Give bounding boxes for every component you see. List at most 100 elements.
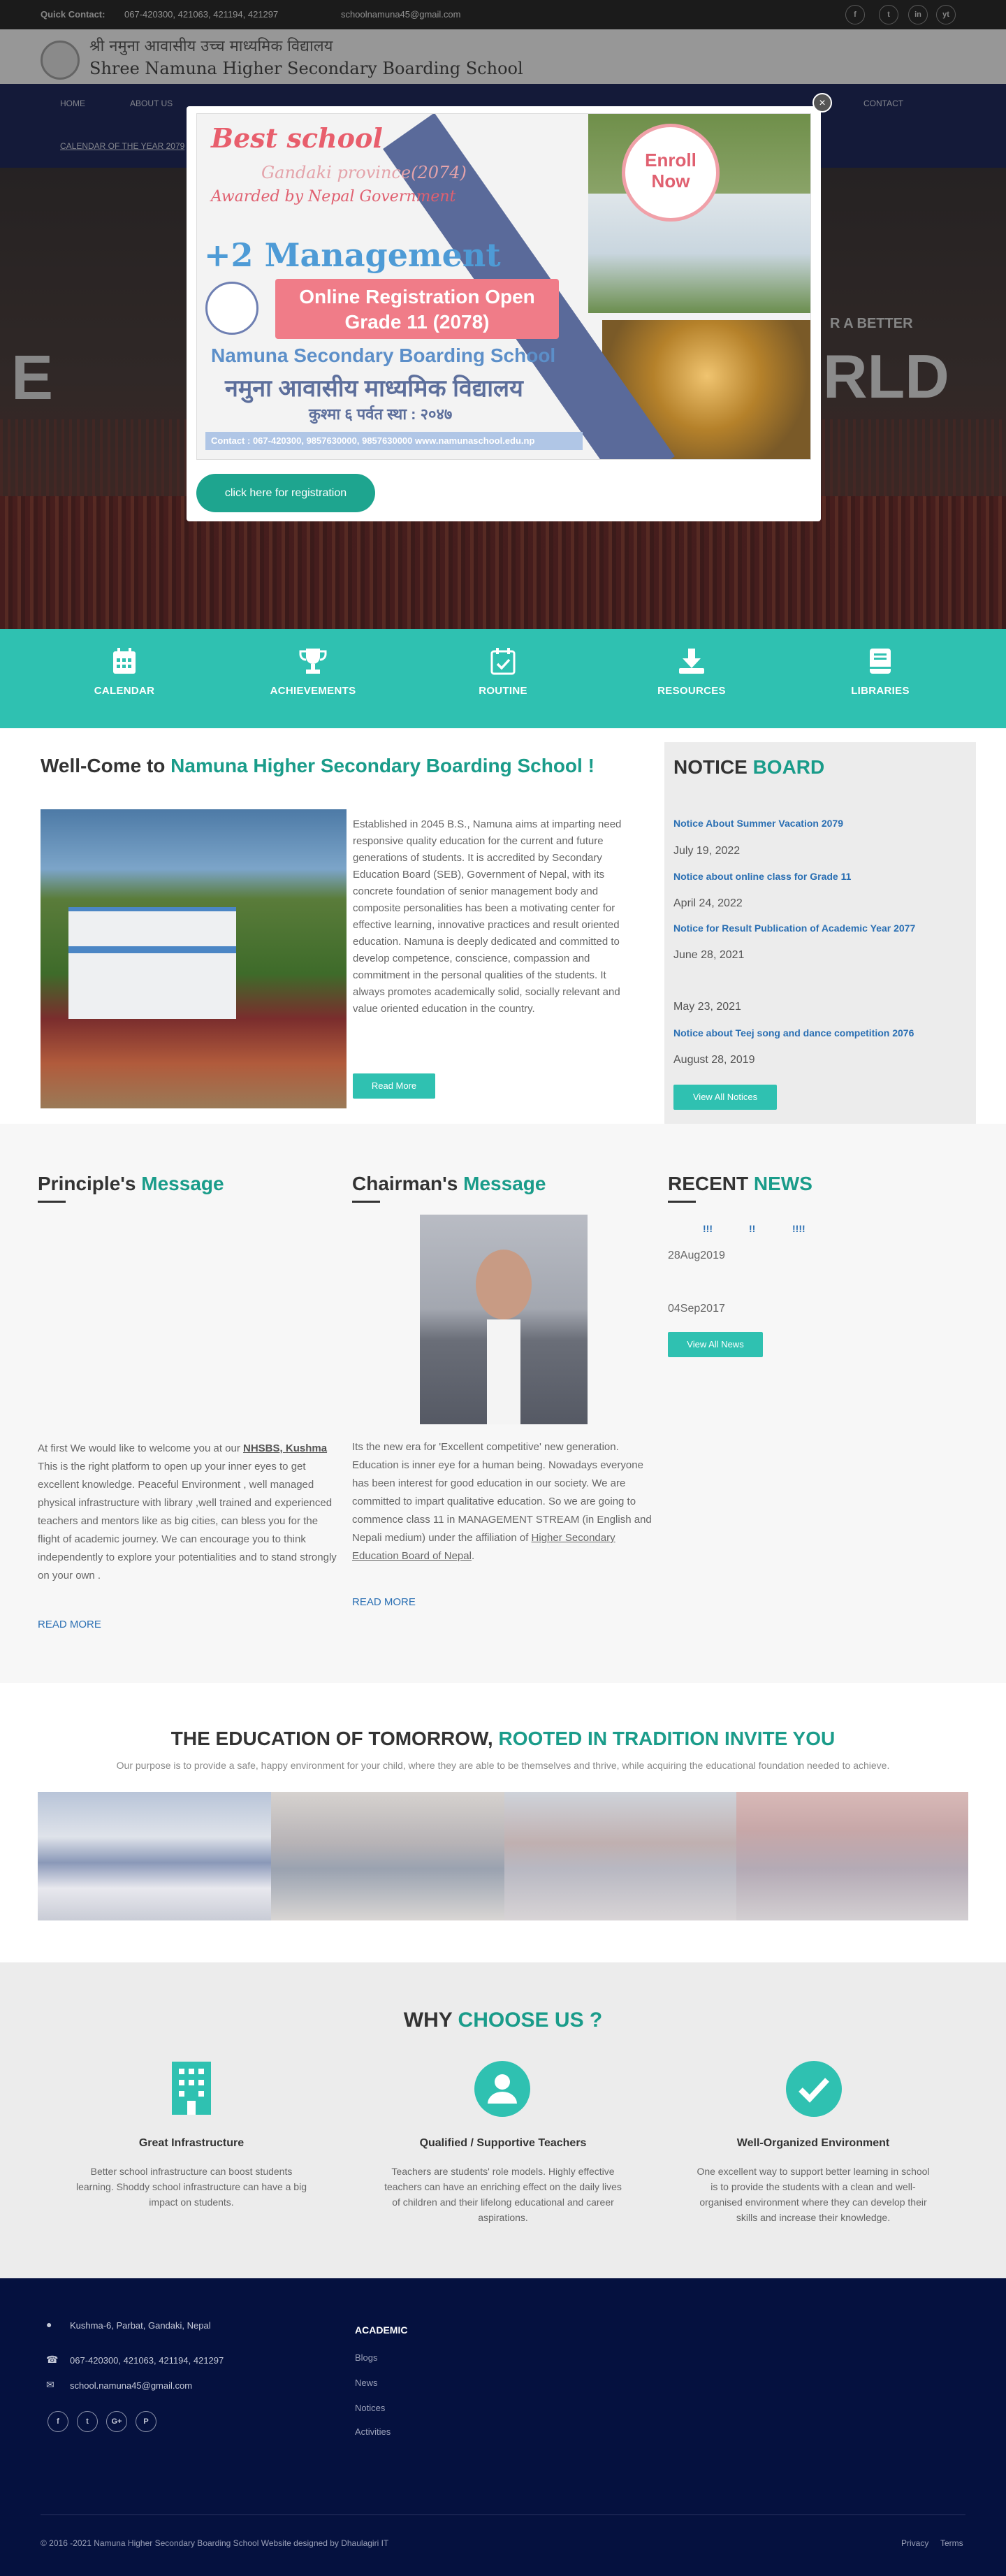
footer-privacy-link[interactable]: Privacy [901, 2538, 928, 2548]
gallery-photo[interactable] [504, 1792, 738, 1920]
notice-date: April 24, 2022 [673, 897, 743, 909]
principal-message: At first We would like to welcome you at… [38, 1440, 338, 1585]
phone-icon: ☎ [46, 2354, 59, 2365]
footer-link-blogs[interactable]: Blogs [355, 2352, 378, 2363]
principal-school-link[interactable]: NHSBS, Kushma [243, 1442, 327, 1454]
ad-school-name-nepali: नमुना आवासीय माध्यमिक विद्यालय [225, 375, 523, 402]
education-title: THE EDUCATION OF TOMORROW, ROOTED IN TRA… [0, 1728, 1006, 1750]
chairman-shirt [487, 1319, 520, 1424]
ad-management: +2 Management [204, 236, 501, 274]
chairman-title: Chairman's Message [352, 1173, 546, 1195]
check-circle-icon [786, 2061, 842, 2117]
why-title-a: WHY [403, 2009, 458, 2032]
pinterest-icon[interactable]: P [136, 2411, 156, 2432]
notice-link[interactable]: Notice for Result Publication of Academi… [673, 922, 915, 934]
why-item-title: Great Infrastructure [138, 2137, 245, 2149]
why-title: WHY CHOOSE US ? [0, 2009, 1006, 2032]
ad-enroll-badge: Enroll Now [622, 124, 720, 222]
title-underline [38, 1201, 66, 1203]
tile-achievements[interactable]: ACHIEVEMENTS [243, 647, 383, 697]
gallery-photo[interactable] [736, 1792, 968, 1920]
mail-icon: ✉ [46, 2379, 54, 2390]
welcome-read-more-button[interactable]: Read More [353, 1073, 435, 1099]
notice-date: May 23, 2021 [673, 1001, 741, 1013]
news-link[interactable]: !!!! [792, 1223, 805, 1234]
ad-contact: Contact : 067-420300, 9857630000, 985763… [205, 432, 583, 450]
why-title-b: CHOOSE US ? [458, 2009, 603, 2032]
notice-date: July 19, 2022 [673, 845, 741, 857]
twitter-icon[interactable]: t [77, 2411, 98, 2432]
why-item-text: Teachers are students' role models. High… [384, 2166, 622, 2223]
tile-libraries[interactable]: LIBRARIES [810, 647, 950, 697]
news-title: RECENT NEWS [668, 1173, 812, 1195]
news-link[interactable]: !! [749, 1223, 755, 1234]
tile-routine[interactable]: ROUTINE [433, 647, 573, 697]
trophy-icon [299, 649, 327, 674]
google-plus-icon[interactable]: G+ [106, 2411, 127, 2432]
education-title-b: ROOTED IN TRADITION INVITE YOU [498, 1728, 836, 1749]
notice-date: August 28, 2019 [673, 1054, 755, 1066]
welcome-title: Well-Come to Namuna Higher Secondary Boa… [41, 755, 595, 777]
close-icon[interactable]: × [812, 93, 832, 113]
ad-gandaki: Gandaki province(2074) [261, 163, 467, 182]
ad-place-nepali: कुश्मा ६ पर्वत स्था : २०४७ [309, 405, 453, 423]
footer-address: Kushma-6, Parbat, Gandaki, Nepal [70, 2320, 211, 2331]
footer-terms-link[interactable]: Terms [940, 2538, 963, 2548]
ad-school-name: Namuna Secondary Boarding School [211, 345, 556, 366]
user-icon [474, 2061, 530, 2117]
news-link[interactable]: !!! [703, 1223, 713, 1234]
footer-link-activities[interactable]: Activities [355, 2426, 391, 2437]
footer-email[interactable]: school.namuna45@gmail.com [70, 2380, 192, 2391]
welcome-title-school: Namuna Higher Secondary Boarding School … [170, 755, 595, 776]
welcome-text: Established in 2045 B.S., Namuna aims at… [353, 818, 622, 1015]
calendar-icon [113, 648, 136, 674]
registration-button[interactable]: click here for registration [196, 474, 375, 512]
chairman-message: Its the new era for 'Excellent competiti… [352, 1438, 653, 1565]
chairman-read-more[interactable]: READ MORE [352, 1596, 416, 1608]
notice-link[interactable]: Notice About Summer Vacation 2079 [673, 818, 843, 829]
admission-ad-image: Best school Gandaki province(2074) Award… [196, 113, 811, 460]
notice-title-a: NOTICE [673, 756, 753, 778]
gallery-photo[interactable] [38, 1792, 271, 1920]
why-item-text: Better school infrastructure can boost s… [76, 2166, 307, 2208]
footer-phone: 067-420300, 421063, 421194, 421297 [70, 2355, 224, 2366]
news-title-b: NEWS [753, 1173, 812, 1194]
tile-resources[interactable]: RESOURCES [622, 647, 761, 697]
chairman-text-a: Its the new era for 'Excellent competiti… [352, 1441, 652, 1544]
principal-title-a: Principle's [38, 1173, 142, 1194]
download-icon [679, 649, 704, 674]
view-all-notices-button[interactable]: View All Notices [673, 1085, 777, 1110]
gallery-photo[interactable] [271, 1792, 504, 1920]
notice-link[interactable]: Notice about Teej song and dance competi… [673, 1027, 914, 1039]
principal-title-b: Message [141, 1173, 224, 1194]
title-underline [668, 1201, 696, 1203]
tile-label: LIBRARIES [851, 685, 910, 697]
footer-link-notices[interactable]: Notices [355, 2403, 385, 2413]
tile-label: ROUTINE [479, 685, 527, 697]
footer-copyright: © 2016 -2021 Namuna Higher Secondary Boa… [41, 2538, 389, 2548]
chairman-title-a: Chairman's [352, 1173, 464, 1194]
chairman-text-b: . [471, 1550, 475, 1562]
building-icon [172, 2062, 211, 2115]
notice-link[interactable]: Notice about online class for Grade 11 [673, 871, 851, 882]
tile-calendar[interactable]: CALENDAR [54, 647, 194, 697]
footer-academic-title: ACADEMIC [355, 2324, 408, 2336]
education-title-a: THE EDUCATION OF TOMORROW, [170, 1728, 499, 1749]
notice-date: June 28, 2021 [673, 949, 745, 961]
welcome-title-prefix: Well-Come to [41, 755, 171, 776]
education-subtitle: Our purpose is to provide a safe, happy … [116, 1760, 890, 1771]
footer-link-news[interactable]: News [355, 2378, 378, 2388]
view-all-news-button[interactable]: View All News [668, 1332, 763, 1357]
why-item-text: One excellent way to support better lear… [697, 2166, 930, 2223]
school-building [68, 907, 236, 1019]
news-date: 28Aug2019 [668, 1250, 725, 1261]
principal-read-more[interactable]: READ MORE [38, 1619, 101, 1630]
principal-text-b: This is the right platform to open up yo… [38, 1461, 337, 1582]
school-campus-photo [41, 809, 347, 1108]
facebook-icon[interactable]: f [48, 2411, 68, 2432]
chairman-photo [420, 1215, 588, 1424]
tile-label: CALENDAR [94, 685, 155, 697]
ad-online-registration: Online Registration Open Grade 11 (2078) [275, 279, 559, 339]
why-item-title: Well-Organized Environment [736, 2137, 890, 2149]
ad-school-logo [205, 282, 258, 335]
